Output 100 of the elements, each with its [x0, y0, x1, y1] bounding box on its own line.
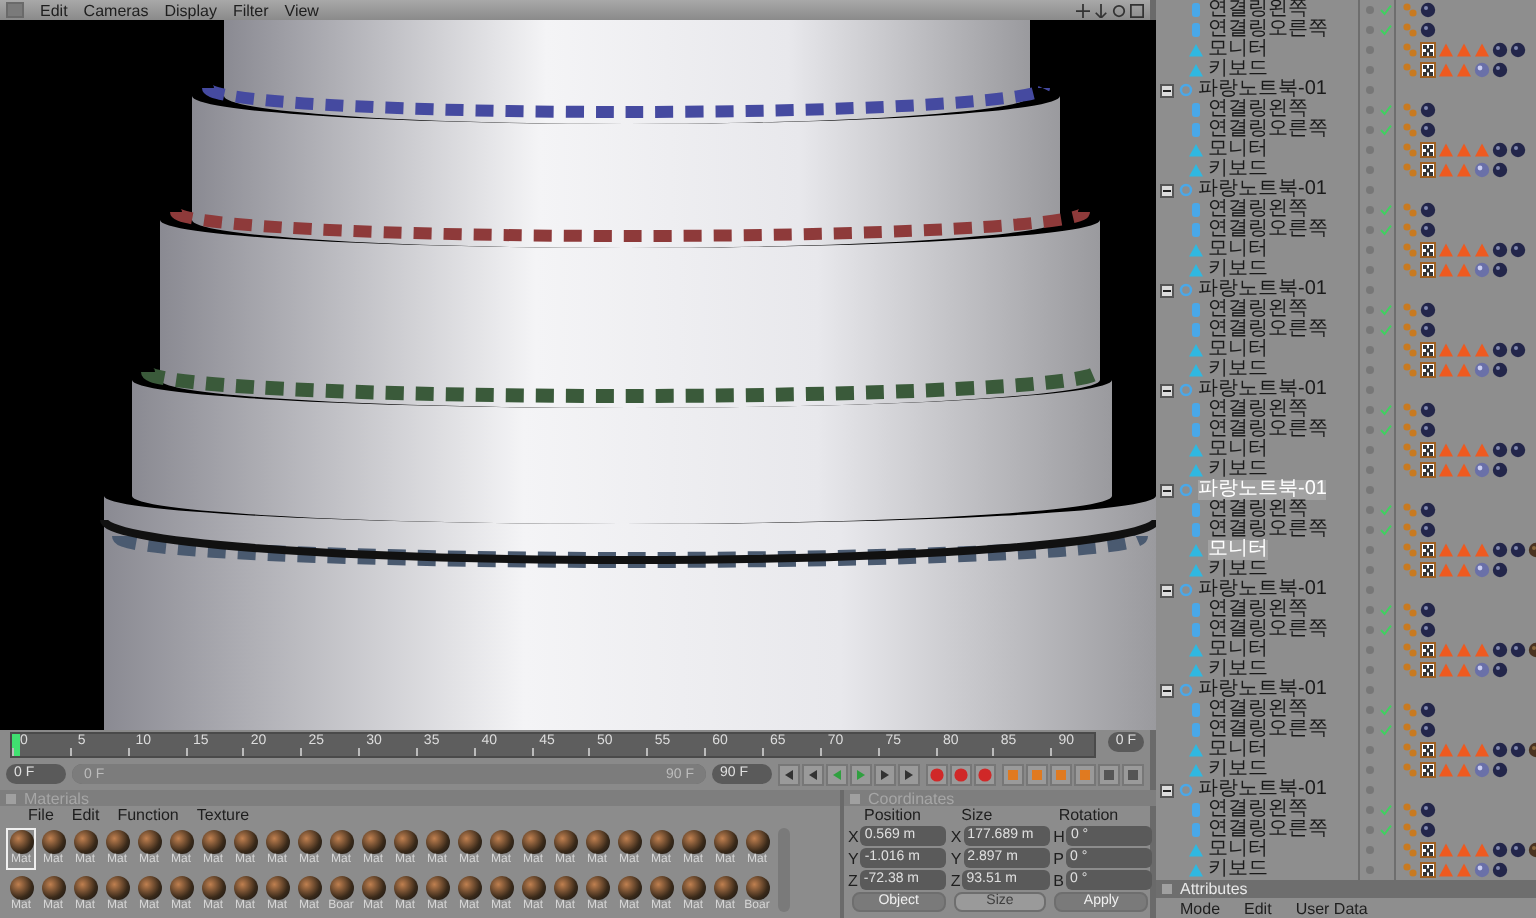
collapse-icon[interactable]	[1160, 183, 1174, 197]
object-name[interactable]: 키보드	[1208, 660, 1268, 680]
object-name[interactable]: 연결링오른쪽	[1208, 320, 1328, 340]
object-name[interactable]: 모니터	[1208, 340, 1268, 360]
menu-item[interactable]: Function	[117, 806, 179, 824]
check-icon[interactable]	[1380, 604, 1392, 616]
menu-item[interactable]: Edit	[40, 1, 68, 19]
object-name[interactable]: 파랑노트북-01	[1198, 280, 1327, 300]
check-icon[interactable]	[1380, 724, 1392, 736]
object-name[interactable]: 연결링오른쪽	[1208, 120, 1328, 140]
object-name[interactable]: 모니터	[1208, 840, 1268, 860]
object-name[interactable]: 연결링오른쪽	[1208, 820, 1328, 840]
menu-item[interactable]: Texture	[196, 806, 250, 824]
menu-item[interactable]: Display	[164, 1, 217, 19]
check-icon[interactable]	[1380, 324, 1392, 336]
check-icon[interactable]	[1380, 804, 1392, 816]
object-name[interactable]: 연결링오른쪽	[1208, 420, 1328, 440]
arrow-icon[interactable]	[1094, 3, 1108, 17]
panel-handle-icon[interactable]	[6, 793, 16, 803]
window-icon[interactable]	[1130, 3, 1144, 17]
go-start-icon[interactable]	[778, 763, 800, 785]
menu-item[interactable]: Filter	[232, 1, 269, 19]
object-name[interactable]: 연결링오른쪽	[1208, 220, 1328, 240]
object-name[interactable]: 연결링오른쪽	[1208, 20, 1328, 40]
collapse-icon[interactable]	[1160, 783, 1174, 797]
collapse-icon[interactable]	[1160, 683, 1174, 697]
check-icon[interactable]	[1380, 104, 1392, 116]
object-name[interactable]: 키보드	[1208, 360, 1268, 380]
object-name[interactable]: 파랑노트북-01	[1198, 80, 1327, 100]
check-icon[interactable]	[1380, 504, 1392, 516]
check-icon[interactable]	[1380, 624, 1392, 636]
move-icon[interactable]	[1076, 3, 1090, 17]
object-name[interactable]: 파랑노트북-01	[1198, 780, 1327, 800]
tools-icon[interactable]	[1122, 763, 1144, 785]
menu-item[interactable]: File	[28, 806, 54, 824]
object-name[interactable]: 연결링왼쪽	[1208, 300, 1308, 320]
step-back-icon[interactable]	[802, 763, 824, 785]
scale-tool-icon[interactable]	[1026, 763, 1048, 785]
go-end-icon[interactable]	[898, 763, 920, 785]
check-icon[interactable]	[1380, 424, 1392, 436]
check-icon[interactable]	[1380, 4, 1392, 16]
auto-key-icon[interactable]	[974, 763, 996, 785]
object-name[interactable]: 파랑노트북-01	[1198, 580, 1327, 600]
check-icon[interactable]	[1380, 304, 1392, 316]
object-name[interactable]: 모니터	[1208, 640, 1268, 660]
menu-item[interactable]: User Data	[1295, 898, 1368, 918]
object-name[interactable]: 파랑노트북-01	[1198, 380, 1327, 400]
object-name[interactable]: 키보드	[1208, 860, 1268, 880]
menu-item[interactable]: Edit	[1244, 898, 1272, 918]
object-name[interactable]: 키보드	[1208, 60, 1268, 80]
object-name[interactable]: 연결링왼쪽	[1208, 800, 1308, 820]
object-name[interactable]: 모니터	[1208, 240, 1268, 260]
object-name[interactable]: 연결링왼쪽	[1208, 200, 1308, 220]
object-name[interactable]: 연결링왼쪽	[1208, 500, 1308, 520]
parameter-tool-icon[interactable]	[1074, 763, 1096, 785]
object-name[interactable]: 키보드	[1208, 460, 1268, 480]
grid-icon[interactable]	[1098, 763, 1120, 785]
move-tool-icon[interactable]	[1002, 763, 1024, 785]
panel-menu-icon[interactable]	[6, 2, 24, 18]
check-icon[interactable]	[1380, 224, 1392, 236]
object-name[interactable]: 키보드	[1208, 160, 1268, 180]
collapse-icon[interactable]	[1160, 583, 1174, 597]
step-forward-icon[interactable]	[874, 763, 896, 785]
check-icon[interactable]	[1380, 124, 1392, 136]
menu-item[interactable]: Edit	[71, 806, 100, 824]
check-icon[interactable]	[1380, 204, 1392, 216]
rotate-tool-icon[interactable]	[1050, 763, 1072, 785]
check-icon[interactable]	[1380, 704, 1392, 716]
collapse-icon[interactable]	[1160, 283, 1174, 297]
check-icon[interactable]	[1380, 524, 1392, 536]
object-name[interactable]: 연결링오른쪽	[1208, 720, 1328, 740]
menu-item[interactable]: Cameras	[83, 1, 149, 19]
object-name[interactable]: 연결링오른쪽	[1208, 520, 1328, 540]
playhead[interactable]	[12, 734, 20, 756]
panel-handle-icon[interactable]	[1162, 884, 1172, 894]
object-name[interactable]: 연결링왼쪽	[1208, 700, 1308, 720]
panel-handle-icon[interactable]	[850, 793, 860, 803]
check-icon[interactable]	[1380, 824, 1392, 836]
object-name[interactable]: 모니터	[1208, 140, 1268, 160]
object-name[interactable]: 키보드	[1208, 760, 1268, 780]
check-icon[interactable]	[1380, 24, 1392, 36]
object-name[interactable]: 모니터	[1208, 740, 1268, 760]
object-name[interactable]: 모니터	[1208, 40, 1268, 60]
collapse-icon[interactable]	[1160, 83, 1174, 97]
collapse-icon[interactable]	[1160, 483, 1174, 497]
object-name[interactable]: 연결링오른쪽	[1208, 620, 1328, 640]
check-icon[interactable]	[1380, 404, 1392, 416]
menu-item[interactable]: View	[284, 1, 319, 19]
object-name[interactable]: 파랑노트북-01	[1198, 180, 1327, 200]
object-name[interactable]: 파랑노트북-01	[1198, 680, 1327, 700]
menu-item[interactable]: Mode	[1180, 898, 1221, 918]
rotate-icon[interactable]	[1112, 3, 1126, 17]
object-name[interactable]: 연결링왼쪽	[1208, 600, 1308, 620]
collapse-icon[interactable]	[1160, 383, 1174, 397]
object-name[interactable]: 연결링왼쪽	[1208, 100, 1308, 120]
object-name[interactable]: 연결링왼쪽	[1208, 400, 1308, 420]
object-name[interactable]: 키보드	[1208, 560, 1268, 580]
key-icon[interactable]	[950, 763, 972, 785]
object-name[interactable]: 모니터	[1208, 440, 1268, 460]
object-name[interactable]: 키보드	[1208, 260, 1268, 280]
